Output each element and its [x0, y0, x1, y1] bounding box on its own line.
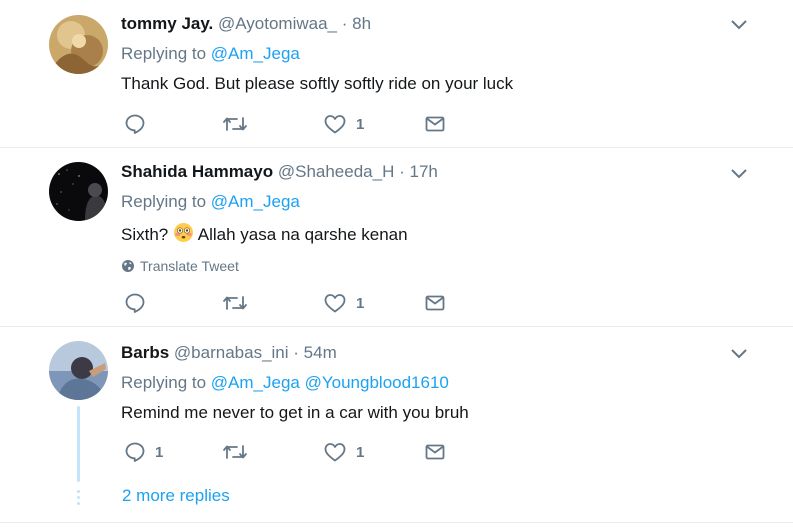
timestamp[interactable]: 17h [410, 162, 438, 181]
retweet-icon [223, 445, 247, 459]
dm-icon [425, 444, 445, 460]
reply-count: 1 [155, 443, 164, 461]
retweet-button[interactable] [222, 112, 257, 136]
like-icon [324, 115, 346, 134]
display-name[interactable]: Shahida Hammayo [121, 162, 273, 181]
thread-dot [77, 496, 80, 499]
mention-link[interactable]: @Youngblood1610 [305, 373, 449, 392]
globe-icon [122, 260, 134, 272]
like-count: 1 [356, 294, 365, 312]
avatar[interactable] [49, 15, 108, 74]
separator-dot: · [341, 14, 348, 33]
like-icon [324, 443, 346, 462]
reply-button[interactable] [124, 291, 155, 315]
reply-button[interactable]: 1 [124, 440, 163, 464]
mention-link[interactable]: @Am_Jega [211, 192, 300, 211]
dm-icon [425, 116, 445, 132]
chevron-down-icon[interactable] [729, 18, 749, 32]
like-button[interactable]: 1 [323, 112, 364, 136]
separator-dot: · [399, 162, 405, 181]
replying-label: Replying to [121, 44, 207, 63]
timestamp[interactable]: 8h [352, 14, 371, 33]
tweet-actions: 1 1 [124, 440, 454, 464]
tweet-1[interactable]: tommy Jay. @Ayotomiwaa_ · 8h Replying to… [0, 0, 793, 147]
user-handle[interactable]: @barnabas_ini [174, 343, 289, 362]
display-name[interactable]: tommy Jay. [121, 14, 213, 33]
more-replies-link[interactable]: 2 more replies [122, 486, 230, 506]
dm-button[interactable] [424, 291, 446, 315]
tweet-header: Shahida Hammayo @Shaheeda_H · 17h [121, 162, 438, 182]
retweet-icon [223, 296, 247, 310]
retweet-button[interactable] [222, 291, 257, 315]
retweet-button[interactable] [222, 440, 257, 464]
tweet-header: Barbs @barnabas_ini · 54m [121, 343, 337, 363]
dm-icon [425, 295, 445, 311]
dm-button[interactable] [424, 440, 446, 464]
replying-label: Replying to [121, 192, 207, 211]
tweet-2[interactable]: Shahida Hammayo @Shaheeda_H · 17h Replyi… [0, 148, 793, 326]
chevron-down-icon[interactable] [729, 167, 749, 181]
mention-link[interactable]: @Am_Jega [211, 44, 300, 63]
like-button[interactable]: 1 [323, 440, 364, 464]
avatar[interactable] [49, 341, 108, 400]
tweet-text: Sixth? Allah yasa na qarshe kenan [121, 222, 408, 245]
tweet-actions: 1 [124, 112, 454, 136]
replying-to: Replying to @Am_Jega @Youngblood1610 [121, 373, 449, 393]
dm-button[interactable] [424, 112, 446, 136]
replying-to: Replying to @Am_Jega [121, 192, 300, 212]
tweet-divider [0, 522, 793, 523]
thread-dot [77, 502, 80, 505]
display-name[interactable]: Barbs [121, 343, 169, 362]
chevron-down-icon[interactable] [729, 347, 749, 361]
reply-icon [125, 442, 145, 462]
tweet-text: Remind me never to get in a car with you… [121, 403, 469, 422]
like-count: 1 [356, 115, 365, 133]
retweet-icon [223, 117, 247, 131]
translate-label: Translate Tweet [140, 258, 239, 274]
replying-to: Replying to @Am_Jega [121, 44, 300, 64]
tweet-header: tommy Jay. @Ayotomiwaa_ · 8h [121, 14, 371, 34]
like-count: 1 [356, 443, 365, 461]
tweet-text: Thank God. But please softly softly ride… [121, 74, 514, 93]
translate-tweet-link[interactable]: Translate Tweet [121, 258, 239, 274]
like-button[interactable]: 1 [323, 291, 364, 315]
thread-line [77, 406, 80, 482]
user-handle[interactable]: @Ayotomiwaa_ [218, 14, 337, 33]
tweet-text-part: Sixth? [121, 225, 169, 244]
timestamp[interactable]: 54m [304, 343, 337, 362]
reply-button[interactable] [124, 112, 155, 136]
reply-icon [125, 114, 145, 134]
separator-dot: · [293, 343, 299, 362]
tweet-text-part: Allah yasa na qarshe kenan [197, 225, 408, 244]
flushed-face-emoji-icon [173, 223, 193, 242]
tweet-3[interactable]: Barbs @barnabas_ini · 54m Replying to @A… [0, 327, 793, 527]
replying-label: Replying to [121, 373, 207, 392]
reply-icon [125, 293, 145, 313]
like-icon [324, 294, 346, 313]
thread-dot [77, 490, 80, 493]
avatar[interactable] [49, 162, 108, 221]
mention-link[interactable]: @Am_Jega [211, 373, 300, 392]
user-handle[interactable]: @Shaheeda_H [278, 162, 395, 181]
tweet-actions: 1 [124, 291, 454, 315]
